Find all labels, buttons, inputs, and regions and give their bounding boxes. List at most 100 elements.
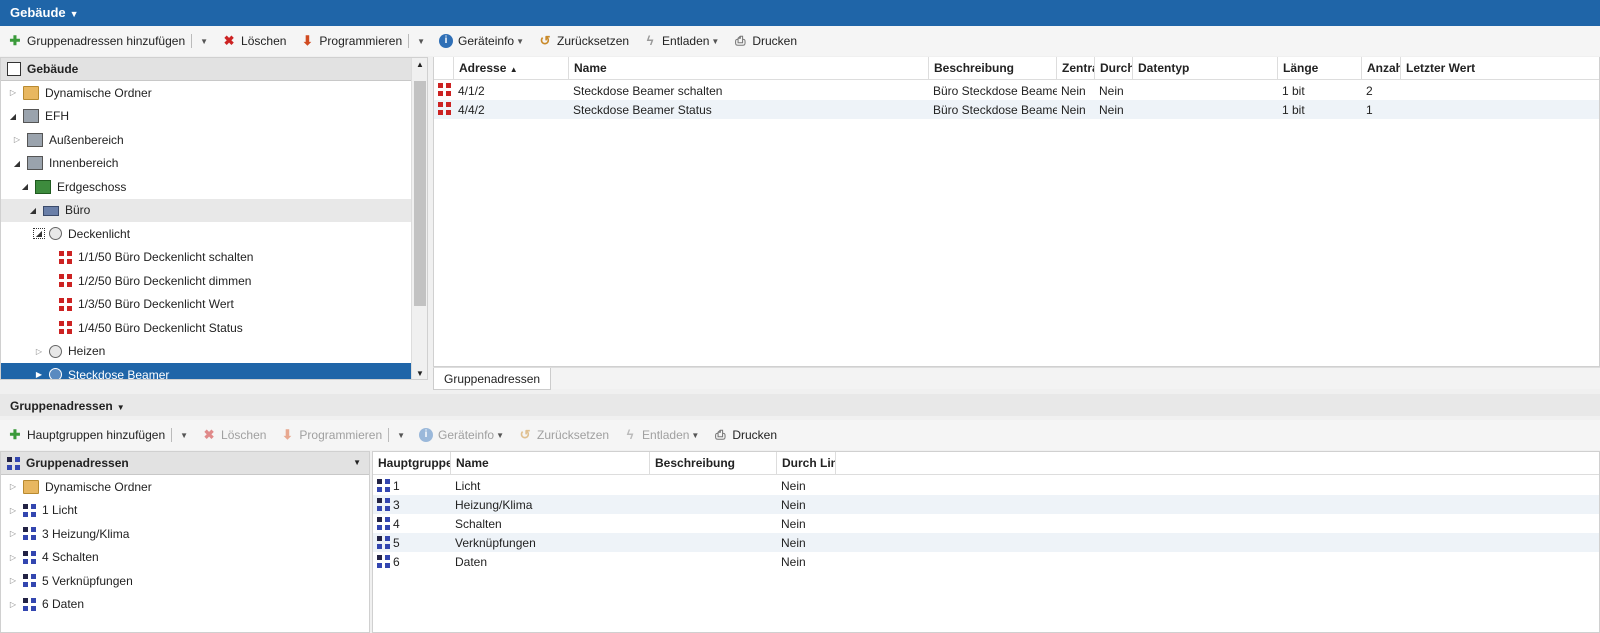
tree-item-ga-1-3-50[interactable]: 1/3/50 Büro Deckenlicht Wert: [1, 293, 411, 317]
tree-item-main-group-4[interactable]: ▷ 4 Schalten: [1, 546, 369, 570]
tree-item-heating[interactable]: ▷ Heizen: [1, 340, 411, 364]
column-label: Letzter Wert: [1406, 61, 1476, 75]
collapse-icon[interactable]: ◢: [19, 182, 31, 191]
expand-icon[interactable]: ▷: [7, 482, 19, 491]
expand-icon[interactable]: ▷: [7, 553, 19, 562]
tree-item-label: Dynamische Ordner: [45, 85, 152, 100]
table-row[interactable]: 5 Verknüpfungen Nein: [373, 533, 1599, 552]
column-pass-through-line[interactable]: Durch Linie: [777, 452, 836, 475]
print-button[interactable]: ⎙ Drucken: [733, 34, 797, 49]
reset-button[interactable]: ↺ Zurücksetzen: [538, 34, 629, 49]
tree-item-socket-beamer[interactable]: ▶ Steckdose Beamer: [1, 363, 411, 379]
add-main-groups-button[interactable]: ✚ Hauptgruppen hinzufügen ▼: [8, 428, 188, 442]
plus-icon: ✚: [9, 427, 21, 442]
cell-length: 1 bit: [1282, 83, 1305, 98]
program-button[interactable]: ⬇ Programmieren ▼: [280, 428, 405, 442]
expand-icon[interactable]: ▶: [33, 370, 45, 379]
tree-item-outdoor[interactable]: ▷ Außenbereich: [1, 128, 411, 152]
tree-item-label: 1/3/50 Büro Deckenlicht Wert: [78, 297, 234, 312]
table-row[interactable]: 1 Licht Nein: [373, 476, 1599, 495]
table-row[interactable]: 6 Daten Nein: [373, 552, 1599, 571]
cell-length: 1 bit: [1282, 102, 1305, 117]
chevron-down-icon[interactable]: ▼: [200, 37, 208, 46]
tree-item-ga-1-4-50[interactable]: 1/4/50 Büro Deckenlicht Status: [1, 316, 411, 340]
column-description[interactable]: Beschreibung: [929, 57, 1057, 80]
building-view-title[interactable]: Gebäude ▼: [0, 0, 1600, 26]
column-count[interactable]: Anzahl: [1362, 57, 1401, 80]
expand-icon[interactable]: ▷: [33, 347, 45, 356]
tree-item-main-group-1[interactable]: ▷ 1 Licht: [1, 499, 369, 523]
group-address-view-title[interactable]: Gruppenadressen ▼: [0, 394, 1600, 416]
collapse-icon[interactable]: ◢: [7, 112, 19, 121]
column-datatype[interactable]: Datentyp: [1133, 57, 1278, 80]
column-address[interactable]: Adresse ▲: [454, 57, 569, 80]
device-info-button[interactable]: i Geräteinfo ▼: [439, 34, 524, 48]
print-button[interactable]: ⎙ Drucken: [713, 427, 777, 443]
tree-item-dynamic-folders[interactable]: ▷ Dynamische Ordner: [1, 475, 369, 499]
expand-icon[interactable]: ▷: [11, 135, 23, 144]
add-group-address-button[interactable]: ✚ Gruppenadressen hinzufügen ▼: [8, 34, 208, 48]
table-row[interactable]: 4/4/2 Steckdose Beamer Status Büro Steck…: [434, 100, 1599, 119]
expand-icon[interactable]: ▷: [7, 576, 19, 585]
expand-icon[interactable]: ▷: [7, 88, 19, 97]
tree-item-main-group-3[interactable]: ▷ 3 Heizung/Klima: [1, 522, 369, 546]
tree-item-main-group-5[interactable]: ▷ 5 Verknüpfungen: [1, 569, 369, 593]
delete-button[interactable]: ✖ Löschen: [222, 34, 287, 49]
tree-item-dynamic-folders[interactable]: ▷ Dynamische Ordner: [1, 81, 411, 105]
column-name[interactable]: Name: [451, 452, 650, 475]
chevron-down-icon[interactable]: ▼: [353, 458, 361, 467]
program-button[interactable]: ⬇ Programmieren ▼: [300, 34, 425, 48]
unload-button[interactable]: ϟ Entladen ▼: [643, 33, 720, 49]
tree-scrollbar[interactable]: ▲ ▼: [411, 58, 427, 379]
chevron-down-icon[interactable]: ▼: [397, 431, 405, 440]
chevron-down-icon[interactable]: ▼: [417, 37, 425, 46]
collapse-icon[interactable]: ◢: [33, 228, 45, 240]
group-address-tree-header[interactable]: Gruppenadressen ▼: [1, 452, 369, 475]
lightning-icon: ϟ: [646, 33, 654, 48]
collapse-icon[interactable]: ◢: [11, 159, 23, 168]
table-row[interactable]: 4 Schalten Nein: [373, 514, 1599, 533]
tree-item-label: Außenbereich: [49, 132, 124, 147]
device-info-button[interactable]: i Geräteinfo ▼: [419, 428, 504, 442]
unload-button[interactable]: ϟ Entladen ▼: [623, 428, 700, 443]
expand-icon[interactable]: ▷: [7, 506, 19, 515]
column-pass-through[interactable]: Durch: [1095, 57, 1133, 80]
column-description[interactable]: Beschreibung: [650, 452, 777, 475]
column-label: Durch: [1100, 61, 1133, 75]
tree-item-office[interactable]: ◢ Büro: [1, 198, 411, 222]
tree-item-indoor[interactable]: ◢ Innenbereich: [1, 152, 411, 176]
tree-item-ceiling-light[interactable]: ◢ Deckenlicht: [1, 222, 411, 246]
reset-button[interactable]: ↺ Zurücksetzen: [518, 428, 609, 443]
scrollbar-thumb[interactable]: [414, 81, 426, 306]
table-row[interactable]: 4/1/2 Steckdose Beamer schalten Büro Ste…: [434, 81, 1599, 100]
expand-icon[interactable]: ▷: [7, 529, 19, 538]
column-main-group[interactable]: Hauptgruppe: [373, 452, 451, 475]
printer-icon: ⎙: [715, 427, 726, 442]
expand-icon[interactable]: ▷: [7, 600, 19, 609]
column-select[interactable]: [434, 57, 454, 80]
collapse-icon[interactable]: ◢: [27, 206, 39, 215]
column-name[interactable]: Name: [569, 57, 929, 80]
chevron-down-icon: ▼: [516, 36, 525, 46]
column-last-value[interactable]: Letzter Wert: [1401, 57, 1599, 80]
column-length[interactable]: Länge: [1278, 57, 1362, 80]
tree-item-main-group-6[interactable]: ▷ 6 Daten: [1, 593, 369, 617]
tree-item-ga-1-1-50[interactable]: 1/1/50 Büro Deckenlicht schalten: [1, 246, 411, 270]
table-row[interactable]: 3 Heizung/Klima Nein: [373, 495, 1599, 514]
tree-item-efh[interactable]: ◢ EFH: [1, 105, 411, 129]
building-tree-header[interactable]: Gebäude ▼: [1, 58, 427, 81]
scroll-up-icon[interactable]: ▲: [416, 60, 424, 69]
chevron-down-icon[interactable]: ▼: [180, 431, 188, 440]
add-label: Gruppenadressen hinzufügen: [27, 34, 186, 48]
delete-button[interactable]: ✖ Löschen: [202, 428, 267, 443]
floor-icon: [35, 179, 51, 194]
scroll-down-icon[interactable]: ▼: [416, 369, 424, 378]
cell-name: Daten: [455, 554, 488, 569]
tab-group-addresses[interactable]: Gruppenadressen: [433, 368, 552, 390]
main-group-icon: [23, 597, 36, 611]
tree-item-ga-1-2-50[interactable]: 1/2/50 Büro Deckenlicht dimmen: [1, 269, 411, 293]
program-label: Programmieren: [299, 428, 383, 442]
column-label: Anzahl: [1367, 61, 1400, 75]
tree-item-ground-floor[interactable]: ◢ Erdgeschoss: [1, 175, 411, 199]
column-central[interactable]: Zentral: [1057, 57, 1095, 80]
